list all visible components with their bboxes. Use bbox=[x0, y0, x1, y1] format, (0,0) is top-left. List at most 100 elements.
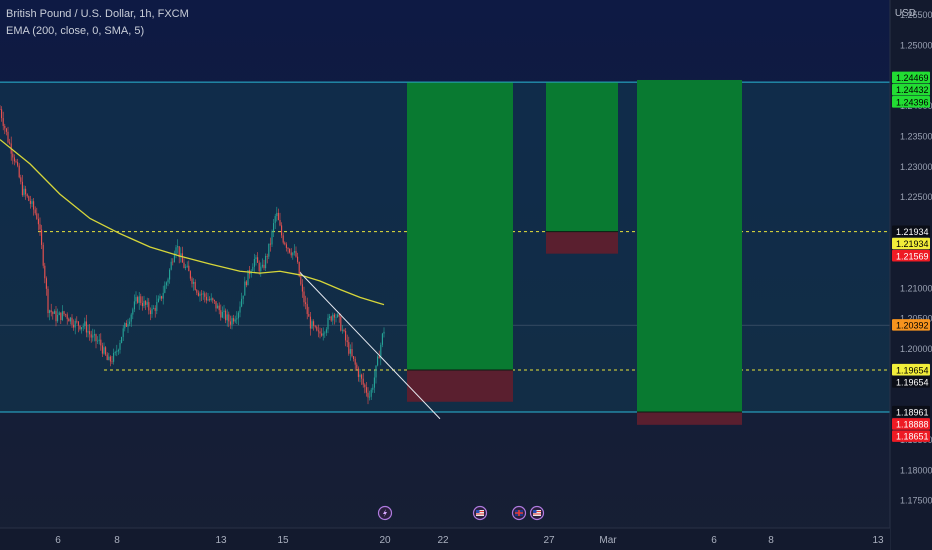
candle-body bbox=[185, 266, 187, 268]
candle-body bbox=[58, 312, 60, 316]
candle-body bbox=[337, 314, 339, 317]
candle-body bbox=[138, 296, 140, 303]
candle-body bbox=[151, 308, 153, 315]
price-chart[interactable]: 1.255001.250001.240001.235001.230001.225… bbox=[0, 0, 932, 550]
candle-body bbox=[132, 309, 134, 315]
candle-body bbox=[378, 356, 380, 359]
x-tick-label: 8 bbox=[114, 535, 120, 546]
candle-body bbox=[117, 349, 119, 352]
candle-body bbox=[63, 311, 65, 315]
candle-body bbox=[137, 297, 139, 303]
price-tag-label: 1.20392 bbox=[896, 320, 929, 330]
candle-body bbox=[34, 209, 36, 214]
candle-body bbox=[213, 300, 215, 302]
candle-body bbox=[143, 300, 145, 307]
position-loss-zone[interactable] bbox=[637, 412, 742, 425]
candle-body bbox=[316, 326, 318, 331]
candle-body bbox=[127, 324, 129, 327]
symbol-title[interactable]: British Pound / U.S. Dollar, 1h, FXCM bbox=[6, 8, 189, 20]
candle-body bbox=[145, 300, 147, 305]
candle-body bbox=[199, 293, 201, 296]
candle-body bbox=[285, 244, 287, 248]
candle-body bbox=[141, 302, 143, 307]
candle-body bbox=[266, 256, 268, 257]
candle-body bbox=[309, 316, 311, 329]
candle-body bbox=[332, 314, 334, 321]
position-profit-zone[interactable] bbox=[546, 82, 618, 232]
candle-body bbox=[258, 262, 260, 272]
candle-body bbox=[25, 188, 27, 195]
candle-body bbox=[330, 316, 332, 321]
candle-body bbox=[281, 225, 283, 236]
candle-body bbox=[237, 312, 239, 319]
candle-body bbox=[253, 259, 255, 267]
candle-body bbox=[314, 325, 316, 327]
candle-body bbox=[194, 281, 196, 291]
us-flag-canton bbox=[533, 510, 537, 513]
candle-body bbox=[229, 321, 231, 325]
candle-body bbox=[221, 311, 223, 318]
candle-body bbox=[109, 356, 111, 362]
candle-body bbox=[68, 318, 70, 322]
candle-body bbox=[0, 109, 1, 110]
candle-body bbox=[47, 288, 49, 314]
candle-body bbox=[157, 298, 159, 303]
candle-body bbox=[93, 334, 95, 336]
x-tick-label: 13 bbox=[215, 535, 227, 546]
candle-body bbox=[20, 177, 22, 182]
candle-body bbox=[341, 329, 343, 331]
candle-body bbox=[146, 302, 148, 305]
candle-body bbox=[357, 368, 359, 377]
candle-body bbox=[269, 243, 271, 245]
candle-body bbox=[359, 374, 361, 377]
candle-body bbox=[42, 244, 44, 266]
price-tag-label: 1.24432 bbox=[896, 85, 929, 95]
candle-body bbox=[233, 318, 235, 322]
price-tag-label: 1.21934 bbox=[896, 239, 929, 249]
candle-body bbox=[26, 194, 28, 197]
candle-body bbox=[311, 321, 313, 329]
candle-body bbox=[52, 312, 54, 314]
candle-body bbox=[276, 212, 278, 217]
candle-body bbox=[159, 296, 161, 299]
y-tick-label: 1.17500 bbox=[900, 496, 932, 506]
x-tick-label: 27 bbox=[543, 535, 555, 546]
indicator-label[interactable]: EMA (200, close, 0, SMA, 5) bbox=[6, 25, 144, 37]
candle-body bbox=[217, 305, 219, 309]
candle-body bbox=[201, 293, 203, 295]
candle-body bbox=[60, 312, 62, 321]
candle-body bbox=[244, 281, 246, 296]
price-tag-label: 1.21569 bbox=[896, 251, 929, 261]
candle-body bbox=[172, 261, 174, 263]
candle-body bbox=[293, 251, 295, 253]
candle-body bbox=[61, 311, 63, 321]
candle-body bbox=[218, 305, 220, 311]
candle-body bbox=[252, 266, 254, 271]
candle-body bbox=[333, 314, 335, 318]
candle-body bbox=[45, 278, 47, 289]
position-loss-zone[interactable] bbox=[546, 231, 618, 254]
candle-body bbox=[210, 298, 212, 301]
candle-body bbox=[373, 377, 375, 388]
position-profit-zone[interactable] bbox=[637, 79, 742, 413]
candle-body bbox=[153, 307, 155, 309]
position-profit-zone[interactable] bbox=[407, 82, 513, 370]
candle-body bbox=[196, 290, 198, 293]
candle-body bbox=[13, 157, 15, 162]
candle-body bbox=[135, 297, 137, 302]
candle-body bbox=[361, 374, 363, 379]
candle-body bbox=[319, 331, 321, 334]
candle-body bbox=[129, 321, 131, 325]
y-tick-label: 1.22500 bbox=[900, 192, 932, 202]
candle-body bbox=[364, 384, 366, 388]
candle-body bbox=[28, 196, 30, 201]
candle-body bbox=[156, 302, 158, 311]
candle-body bbox=[164, 285, 166, 293]
candle-body bbox=[325, 329, 327, 333]
position-loss-zone[interactable] bbox=[407, 369, 513, 402]
candle-body bbox=[220, 310, 222, 318]
candle-body bbox=[82, 326, 84, 328]
candle-body bbox=[317, 330, 319, 332]
candle-body bbox=[55, 311, 57, 322]
x-tick-label: 13 bbox=[872, 535, 884, 546]
